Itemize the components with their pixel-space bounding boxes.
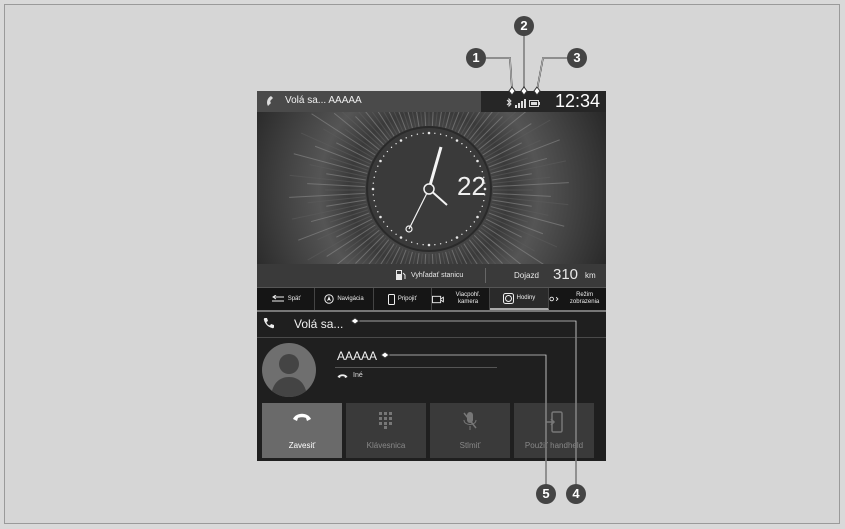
fuel-station-icon [396, 270, 406, 280]
shortcut-toolbar: Späť Navigácia Pripojiť Viacpohľ. kamera… [257, 287, 606, 312]
bluetooth-icon [506, 98, 512, 108]
call-header: Volá sa... [257, 312, 606, 338]
hang-up-label: Zavesiť [288, 441, 316, 450]
compass-icon [324, 294, 335, 304]
status-bar: Volá sa... AAAAA 12:34 [257, 91, 606, 112]
find-station-label: Vyhľadať stanicu [411, 271, 464, 279]
use-handheld-label: Použiť handheld [524, 441, 584, 450]
clock-wallpaper: 22 [257, 112, 606, 264]
status-icons [506, 98, 540, 108]
contact-avatar [262, 343, 316, 397]
phone-icon [263, 318, 274, 329]
callout-2: 2 [514, 16, 534, 36]
toolbar-back[interactable]: Späť [257, 288, 316, 310]
back-arrow-icon [271, 295, 284, 302]
handset-icon [337, 373, 348, 378]
toolbar-navigation[interactable]: Navigácia [315, 288, 374, 310]
hang-up-button[interactable]: Zavesiť [262, 403, 342, 458]
call-status-text: Volá sa... AAAAA [285, 95, 362, 106]
keypad-label: Klávesnica [366, 441, 406, 450]
toolbar-label: Viacpohľ. kamera [455, 292, 481, 305]
toolbar-display-mode[interactable]: Režim zobrazenia [549, 288, 606, 310]
callout-5: 5 [536, 484, 556, 504]
divider [485, 268, 486, 283]
toolbar-label: Pripojiť [397, 295, 417, 302]
battery-icon [529, 99, 540, 107]
hang-up-icon [293, 413, 311, 421]
display-mode-icon [549, 296, 559, 302]
callout-1: 1 [466, 48, 486, 68]
use-handheld-button[interactable]: Použiť handheld [514, 403, 594, 458]
mute-mic-icon [463, 412, 477, 430]
toolbar-multiview-camera[interactable]: Viacpohľ. kamera [431, 288, 491, 310]
toolbar-clock[interactable]: Hodiny [490, 288, 549, 310]
person-silhouette-icon [271, 354, 307, 397]
infotainment-screen: Volá sa... AAAAA 12:34 22 Vyhľadať stani… [257, 91, 606, 461]
keypad-icon [379, 412, 392, 429]
find-station-button[interactable]: Vyhľadať stanicu [395, 269, 463, 281]
calling-status: Volá sa... [294, 317, 344, 331]
contact-type-label: Iné [353, 372, 363, 379]
range-value: 310 [553, 266, 579, 283]
phone-device-icon [387, 293, 395, 305]
toolbar-connect[interactable]: Pripojiť [374, 288, 432, 310]
contact-name: AAAAA [337, 349, 378, 363]
callout-3: 3 [567, 48, 587, 68]
mute-button[interactable]: Stlmiť [430, 403, 510, 458]
range-unit: km [585, 271, 596, 280]
clock-date: 22 [457, 171, 486, 201]
divider [335, 367, 497, 368]
clock-icon [502, 292, 514, 304]
toolbar-label: Hodiny [516, 294, 536, 301]
toolbar-label: Späť [287, 295, 301, 302]
analog-clock: 22 [366, 126, 492, 252]
mute-label: Stlmiť [459, 441, 481, 450]
toolbar-label: Navigácia [337, 295, 364, 302]
callout-4: 4 [566, 484, 586, 504]
range-label: Dojazd [514, 271, 539, 280]
camera-icon [431, 295, 444, 303]
active-call-banner[interactable]: Volá sa... AAAAA [257, 91, 481, 112]
keypad-button[interactable]: Klávesnica [346, 403, 426, 458]
toolbar-label: Režim zobrazenia [569, 292, 600, 305]
signal-strength-icon [515, 98, 526, 108]
info-bar: Vyhľadať stanicu Dojazd 310 km [257, 264, 606, 287]
contact-number-type: Iné [337, 372, 363, 379]
clock-time: 12:34 [554, 91, 600, 111]
phone-handset-icon [267, 96, 273, 106]
handheld-icon [546, 411, 563, 433]
